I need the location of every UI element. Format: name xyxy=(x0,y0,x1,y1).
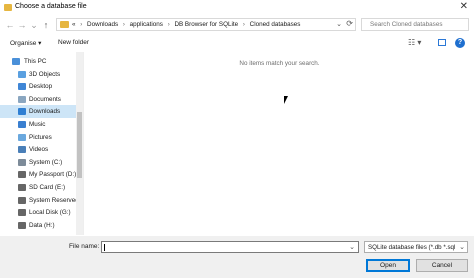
preview-pane-icon[interactable] xyxy=(438,39,446,46)
up-arrow-icon[interactable]: ↑ xyxy=(41,19,51,31)
sidebar-item-data-h[interactable]: Data (H:) xyxy=(0,219,76,232)
sidebar-item-label: Videos xyxy=(29,146,49,154)
breadcrumb-overflow[interactable]: « xyxy=(72,21,76,28)
breadcrumb-db-browser[interactable]: DB Browser for SQLite xyxy=(174,21,238,28)
sidebar-item-label: Data (H:) xyxy=(29,221,55,229)
help-icon[interactable]: ? xyxy=(455,38,465,48)
file-name-label: File name: xyxy=(69,243,100,250)
sidebar-item-label: Downloads xyxy=(29,108,61,116)
navigation-scrollbar[interactable] xyxy=(76,52,83,235)
drive-icon xyxy=(18,196,26,204)
new-folder-button[interactable]: New folder xyxy=(58,39,89,46)
sidebar-item-pictures[interactable]: Pictures xyxy=(0,131,76,144)
chevron-down-icon[interactable]: ⌄ xyxy=(459,243,465,251)
music-icon xyxy=(18,121,26,128)
sidebar-item-system-c[interactable]: System (C:) xyxy=(0,156,76,169)
sidebar-item-sd-card-e[interactable]: SD Card (E:) xyxy=(0,181,76,194)
drive-icon xyxy=(18,171,26,179)
search-input[interactable]: Search Cloned databases xyxy=(361,18,469,31)
sidebar-item-label: My Passport (D:) xyxy=(29,171,77,179)
drive-icon xyxy=(18,209,26,217)
videos-icon xyxy=(18,146,26,154)
sidebar-item-system-reserved[interactable]: System Reserved xyxy=(0,194,79,207)
mouse-pointer-icon xyxy=(284,96,288,104)
view-options-icon[interactable]: ☷ ▾ xyxy=(408,38,421,47)
cube-icon xyxy=(18,70,26,78)
sidebar-item-videos[interactable]: Videos xyxy=(0,143,76,156)
recent-locations-chevron-icon[interactable]: ⌄ xyxy=(29,19,39,31)
dialog-footer: File name: ⌄ SQLite database files (*.db… xyxy=(0,236,474,278)
sidebar-item-desktop[interactable]: Desktop xyxy=(0,80,76,93)
sidebar-item-label: Desktop xyxy=(29,83,53,91)
sidebar-item-local-disk-g[interactable]: Local Disk (G:) xyxy=(0,206,76,219)
sidebar-item-music[interactable]: Music xyxy=(0,118,76,131)
drive-icon xyxy=(18,184,26,191)
sidebar-item-label: System (C:) xyxy=(29,158,63,166)
file-type-value: SQLite database files (*.db *.sql xyxy=(368,244,456,251)
scrollbar-thumb[interactable] xyxy=(77,112,82,178)
sidebar-item-label: Pictures xyxy=(29,133,52,141)
empty-message: No items match your search. xyxy=(239,60,320,67)
organise-menu-button[interactable]: Organise ▾ xyxy=(10,39,41,47)
title-bar: Choose a database file ✕ xyxy=(0,0,474,15)
cancel-button[interactable]: Cancel xyxy=(416,259,468,272)
file-list[interactable]: No items match your search. xyxy=(85,52,474,235)
forward-arrow-icon[interactable]: → xyxy=(17,19,27,31)
command-bar: Organise ▾ New folder ☷ ▾ ? xyxy=(0,36,474,50)
desktop-icon xyxy=(18,83,26,91)
address-bar[interactable]: « › Downloads › applications › DB Browse… xyxy=(56,18,356,31)
sidebar-item-this-pc[interactable]: This PC xyxy=(0,55,76,68)
pictures-icon xyxy=(18,133,26,141)
sidebar-item-label: Local Disk (G:) xyxy=(29,209,71,217)
breadcrumb-downloads[interactable]: Downloads xyxy=(87,21,118,28)
sidebar-item-label: This PC xyxy=(24,58,47,65)
chevron-down-icon[interactable]: ⌄ xyxy=(349,243,355,251)
app-icon xyxy=(4,4,12,11)
chevron-down-icon[interactable]: ⌄ xyxy=(336,20,342,28)
sidebar-item-my-passport-d[interactable]: My Passport (D:) xyxy=(0,168,76,181)
breadcrumb-applications[interactable]: applications xyxy=(130,21,163,28)
back-arrow-icon[interactable]: ← xyxy=(5,19,15,31)
breadcrumb-cloned-databases[interactable]: Cloned databases xyxy=(250,21,301,28)
sidebar-item-label: System Reserved xyxy=(29,196,79,204)
sidebar-item-3d-objects[interactable]: 3D Objects xyxy=(0,68,76,81)
folder-icon xyxy=(60,21,69,28)
sidebar-item-label: 3D Objects xyxy=(29,70,61,78)
file-type-select[interactable]: SQLite database files (*.db *.sql ⌄ xyxy=(364,241,468,253)
text-caret xyxy=(104,244,105,251)
sidebar-item-label: SD Card (E:) xyxy=(29,184,66,191)
sidebar-item-documents[interactable]: Documents xyxy=(0,93,76,106)
file-name-field[interactable]: ⌄ xyxy=(101,241,359,253)
sidebar-item-label: Documents xyxy=(29,95,61,103)
sidebar-item-label: Music xyxy=(29,121,46,128)
close-icon[interactable]: ✕ xyxy=(460,1,468,13)
drive-icon xyxy=(18,221,26,229)
pc-icon xyxy=(12,58,20,65)
open-button[interactable]: Open xyxy=(366,259,410,272)
drive-icon xyxy=(18,158,26,166)
navigation-pane: This PC 3D Objects Desktop Documents Downloa… xyxy=(0,52,84,235)
refresh-icon[interactable]: ⟳ xyxy=(346,19,353,28)
downloads-icon xyxy=(18,108,26,116)
window-title: Choose a database file xyxy=(15,3,87,10)
breadcrumb: « › Downloads › applications › DB Browse… xyxy=(72,21,301,28)
sidebar-item-downloads[interactable]: Downloads xyxy=(0,105,76,118)
documents-icon xyxy=(18,95,26,103)
search-placeholder: Search Cloned databases xyxy=(370,21,443,28)
